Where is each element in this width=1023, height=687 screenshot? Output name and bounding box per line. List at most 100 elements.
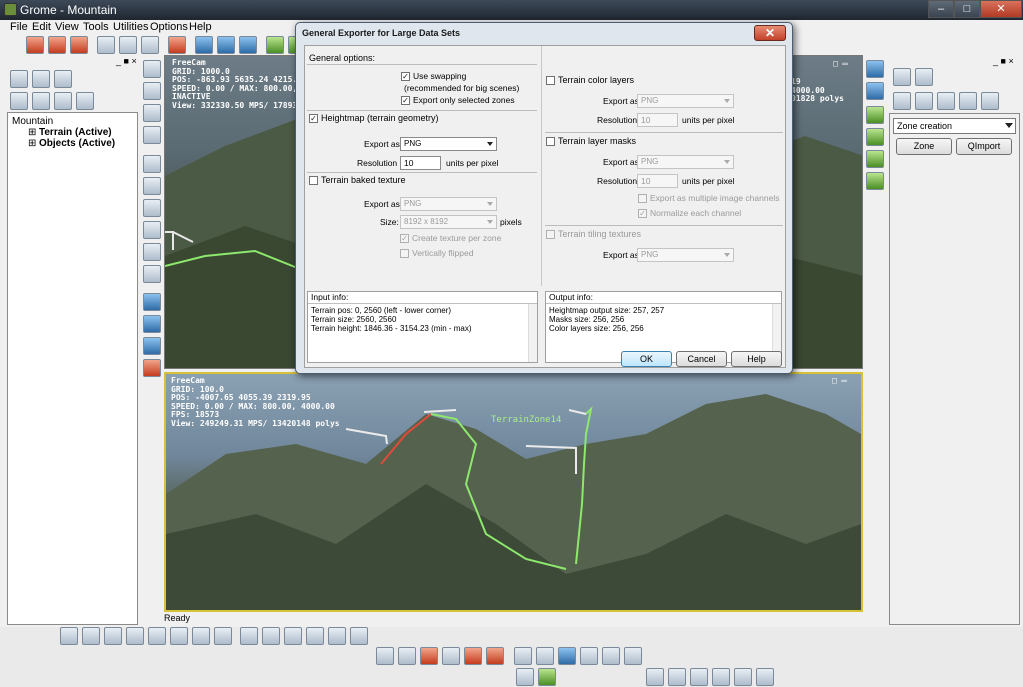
menu-tools[interactable]: Tools [83, 21, 109, 33]
baked-texture-checkbox[interactable] [309, 176, 318, 185]
view-terrain-icon[interactable] [32, 92, 50, 110]
tree-item-objects[interactable]: Objects (Active) [39, 138, 115, 149]
color-layers-checkbox[interactable] [546, 76, 555, 85]
masks-format-select[interactable]: PNG [637, 155, 734, 169]
tool-paint-icon[interactable] [143, 359, 161, 377]
view-side-icon[interactable] [143, 337, 161, 355]
export-selected-checkbox[interactable]: ✓ [401, 96, 410, 105]
cancel-button[interactable]: Cancel [676, 351, 727, 367]
zone-erase-icon[interactable] [937, 92, 955, 110]
zone-button[interactable]: Zone [896, 138, 952, 155]
color-format-select[interactable]: PNG [637, 94, 734, 108]
menu-view[interactable]: View [55, 21, 79, 33]
rotate-icon[interactable] [119, 36, 137, 54]
close-button[interactable]: ✕ [980, 0, 1022, 18]
scale-icon[interactable] [141, 36, 159, 54]
grass-tool-icon[interactable] [866, 128, 884, 146]
tree-expander-objects[interactable]: ⊞ [28, 138, 36, 149]
ok-button[interactable]: OK [621, 351, 672, 367]
camera-tool-icon[interactable] [195, 36, 213, 54]
move-icon[interactable] [97, 36, 115, 54]
vegetation-tool-icon[interactable] [866, 106, 884, 124]
terrain-smooth-icon[interactable] [143, 82, 161, 100]
minimize-button[interactable]: – [928, 0, 954, 18]
brush-lower-icon[interactable] [82, 627, 100, 645]
camera-orbit-icon[interactable] [217, 36, 235, 54]
layer-color-icon[interactable] [420, 647, 438, 665]
road-tool-icon[interactable] [866, 172, 884, 190]
zone-fill-icon[interactable] [915, 92, 933, 110]
multi-channel-checkbox[interactable] [638, 194, 647, 203]
image-1-icon[interactable] [646, 668, 664, 686]
vertically-flipped-checkbox[interactable] [400, 249, 409, 258]
bottom-viewport-corner-buttons[interactable]: □ ▭ [832, 376, 846, 386]
menu-file[interactable]: File [10, 21, 28, 33]
sample-icon[interactable] [624, 647, 642, 665]
export-icon[interactable] [266, 36, 284, 54]
heightmap-resolution-input[interactable]: 10 [400, 156, 441, 170]
layer-slope-icon[interactable] [442, 647, 460, 665]
mix-icon[interactable] [602, 647, 620, 665]
layer-add-icon[interactable] [143, 155, 161, 173]
zone-paint-icon[interactable] [893, 92, 911, 110]
brush-noise-icon[interactable] [126, 627, 144, 645]
brush-raise-icon[interactable] [60, 627, 78, 645]
scene-icon[interactable] [54, 70, 72, 88]
objects-icon[interactable] [32, 70, 50, 88]
normalize-checkbox[interactable]: ✓ [638, 209, 647, 218]
image-4-icon[interactable] [712, 668, 730, 686]
view-grid-icon[interactable] [10, 92, 28, 110]
heightmap-format-select[interactable]: PNG [400, 137, 497, 151]
view-texture-icon[interactable] [284, 627, 302, 645]
sky-tool-icon[interactable] [866, 60, 884, 78]
qimport-button[interactable]: QImport [956, 138, 1012, 155]
stack-icon[interactable] [516, 668, 534, 686]
layers-icon[interactable] [10, 70, 28, 88]
top-viewport-corner-buttons[interactable]: □ ▭ [833, 59, 847, 69]
bottom-viewport[interactable]: FreeCam GRID: 100.0 POS: -4007.65 4055.3… [164, 372, 863, 612]
tiling-checkbox[interactable] [546, 230, 555, 239]
menu-edit[interactable]: Edit [32, 21, 51, 33]
tiling-format-select[interactable]: PNG [637, 248, 734, 262]
image-2-icon[interactable] [668, 668, 686, 686]
color-resolution-input[interactable]: 10 [637, 113, 678, 127]
view-top-icon[interactable] [143, 293, 161, 311]
left-panel-header-buttons[interactable]: _ ■ × [116, 56, 137, 66]
menu-options[interactable]: Options [150, 21, 188, 33]
baked-size-select[interactable]: 8192 x 8192 [400, 215, 497, 229]
brush-smooth-icon[interactable] [104, 627, 122, 645]
heightmap-checkbox[interactable]: ✓ [309, 114, 318, 123]
brush-ramp-icon[interactable] [170, 627, 188, 645]
settings-icon[interactable] [143, 265, 161, 283]
view-water-icon[interactable] [54, 92, 72, 110]
terrain-flatten-icon[interactable] [143, 126, 161, 144]
tree-expander-terrain[interactable]: ⊞ [28, 127, 36, 138]
terrain-erode-icon[interactable] [143, 104, 161, 122]
zone-noise-icon[interactable] [981, 92, 999, 110]
paint-tool-icon[interactable] [48, 36, 66, 54]
view-front-icon[interactable] [143, 315, 161, 333]
view-sky-icon[interactable] [76, 92, 94, 110]
right-panel-header-buttons[interactable]: _ ■ × [993, 56, 1014, 66]
layer-merge-icon[interactable] [143, 199, 161, 217]
layer-height-icon[interactable] [464, 647, 482, 665]
layer-copy-icon[interactable] [143, 221, 161, 239]
zone-select-icon[interactable] [915, 68, 933, 86]
brush-flatten-icon[interactable] [148, 627, 166, 645]
terrain-sculpt-icon[interactable] [143, 60, 161, 78]
image-6-icon[interactable] [756, 668, 774, 686]
view-solid-icon[interactable] [240, 627, 258, 645]
layer-masks-checkbox[interactable] [546, 137, 555, 146]
maximize-button[interactable]: □ [954, 0, 980, 18]
wrench-icon[interactable] [143, 243, 161, 261]
water-tool-icon[interactable] [866, 82, 884, 100]
view-fog-icon[interactable] [328, 627, 346, 645]
input-info-scrollbar[interactable] [528, 304, 537, 362]
brush-terrace-icon[interactable] [214, 627, 232, 645]
view-lighting-icon[interactable] [306, 627, 324, 645]
menu-help[interactable]: Help [189, 21, 212, 33]
tree-root[interactable]: Mountain [12, 116, 53, 127]
layer-paint-icon[interactable] [376, 647, 394, 665]
blend-icon[interactable] [580, 647, 598, 665]
layer-remove-icon[interactable] [143, 177, 161, 195]
